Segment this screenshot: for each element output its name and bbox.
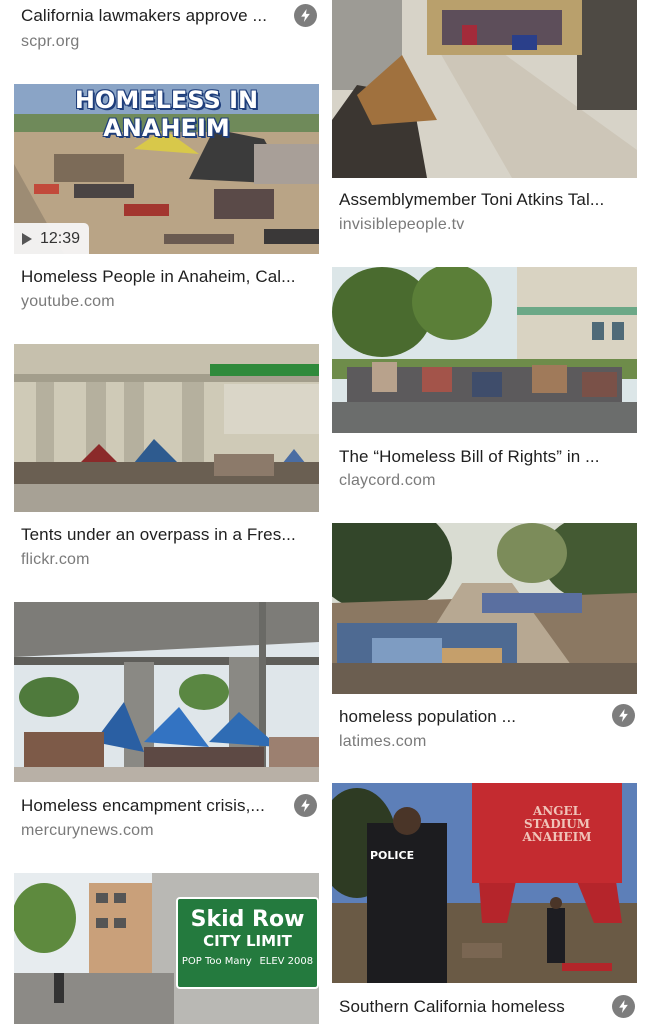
- result-thumbnail[interactable]: [332, 0, 637, 178]
- result-card-socal[interactable]: POLICE ANGEL STADIUM ANAHEIM Southern Ca…: [332, 783, 637, 1024]
- result-source: mercurynews.com: [21, 822, 154, 839]
- result-thumbnail[interactable]: POLICE ANGEL STADIUM ANAHEIM: [332, 783, 637, 983]
- sign-line-4: ELEV 2008: [259, 956, 314, 967]
- video-overlay-title: HOMELESS IN ANAHEIM: [74, 86, 259, 142]
- sign-line-1: Skid Row: [190, 907, 305, 932]
- video-duration: 12:39: [40, 229, 81, 247]
- result-card-invisiblepeople[interactable]: Assemblymember Toni Atkins Tal... invisi…: [332, 0, 637, 240]
- result-thumbnail[interactable]: [332, 523, 637, 694]
- result-card-flickr[interactable]: Tents under an overpass in a Fres... fli…: [14, 344, 319, 574]
- result-title[interactable]: Southern California homeless: [339, 997, 593, 1017]
- result-source: youtube.com: [21, 293, 115, 310]
- result-card-scpr[interactable]: California lawmakers approve ... scpr.or…: [14, 0, 319, 70]
- result-source: claycord.com: [339, 472, 436, 489]
- sign-line-2: CITY LIMIT: [203, 932, 292, 950]
- stadium-sign-text: ANGEL STADIUM ANAHEIM: [522, 804, 592, 844]
- result-thumbnail[interactable]: Skid Row CITY LIMIT POP Too Many ELEV 20…: [14, 873, 319, 1024]
- result-title[interactable]: Homeless People in Anaheim, Cal...: [21, 267, 313, 287]
- result-title[interactable]: Assemblymember Toni Atkins Tal...: [339, 190, 631, 210]
- result-source: flickr.com: [21, 551, 90, 568]
- result-thumbnail[interactable]: [14, 602, 319, 782]
- result-title[interactable]: homeless population ...: [339, 707, 593, 727]
- sign-line-3: POP Too Many: [181, 956, 252, 967]
- result-title[interactable]: Homeless encampment crisis,...: [21, 796, 275, 816]
- result-thumbnail[interactable]: HOMELESS IN ANAHEIM 12:39: [14, 84, 319, 254]
- video-duration-badge: 12:39: [14, 223, 90, 254]
- skid-row-sign: Skid Row CITY LIMIT POP Too Many ELEV 20…: [176, 897, 319, 989]
- result-source: latimes.com: [339, 733, 427, 750]
- result-thumbnail[interactable]: [14, 344, 319, 512]
- result-card-youtube[interactable]: HOMELESS IN ANAHEIM 12:39 Homeless Peopl…: [14, 84, 319, 314]
- result-source: scpr.org: [21, 33, 80, 50]
- result-card-skid-row[interactable]: Skid Row CITY LIMIT POP Too Many ELEV 20…: [14, 873, 319, 1024]
- result-thumbnail[interactable]: [332, 267, 637, 433]
- police-text: POLICE: [370, 849, 415, 862]
- result-card-mercurynews[interactable]: Homeless encampment crisis,... mercuryne…: [14, 602, 319, 842]
- result-card-claycord[interactable]: The “Homeless Bill of Rights” in ... cla…: [332, 267, 637, 497]
- play-icon: [22, 232, 32, 245]
- amp-lightning-icon: [612, 704, 635, 727]
- result-title[interactable]: Tents under an overpass in a Fres...: [21, 525, 313, 545]
- amp-lightning-icon: [294, 4, 317, 27]
- image-results-page: California lawmakers approve ... scpr.or…: [0, 0, 650, 1024]
- amp-lightning-icon: [294, 794, 317, 817]
- result-source: invisiblepeople.tv: [339, 216, 465, 233]
- result-card-latimes[interactable]: homeless population ... latimes.com: [332, 523, 637, 758]
- result-title[interactable]: The “Homeless Bill of Rights” in ...: [339, 447, 631, 467]
- result-title[interactable]: California lawmakers approve ...: [21, 6, 275, 26]
- amp-lightning-icon: [612, 995, 635, 1018]
